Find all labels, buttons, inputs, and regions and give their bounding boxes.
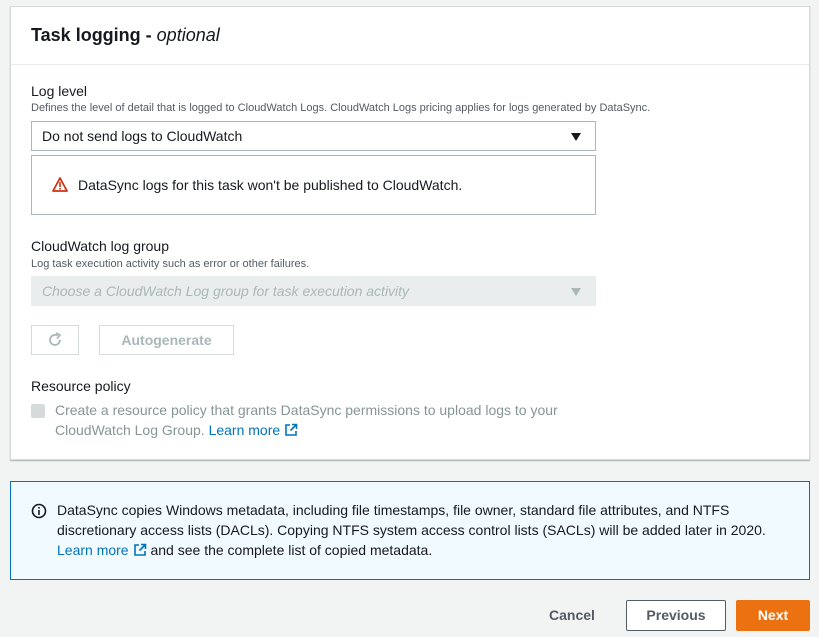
- next-button[interactable]: Next: [736, 600, 810, 631]
- warning-text: DataSync logs for this task won't be pub…: [78, 177, 463, 193]
- resource-policy-label: Resource policy: [31, 378, 131, 394]
- autogenerate-button: Autogenerate: [99, 325, 234, 355]
- previous-button[interactable]: Previous: [626, 600, 726, 631]
- caret-down-icon: [571, 288, 581, 296]
- refresh-icon: [49, 332, 61, 346]
- external-link-icon[interactable]: [284, 423, 298, 437]
- task-logging-panel: Task logging - optional Log level Define…: [10, 6, 810, 460]
- info-icon: [31, 503, 47, 519]
- log-level-warning: DataSync logs for this task won't be pub…: [31, 155, 596, 215]
- info-trailing: and see the complete list of copied meta…: [150, 542, 433, 558]
- resource-policy-checkbox-label: Create a resource policy that grants Dat…: [55, 400, 595, 440]
- log-level-selected-value: Do not send logs to CloudWatch: [42, 128, 243, 144]
- info-learn-more-link[interactable]: Learn more: [57, 542, 129, 558]
- refresh-button: [31, 325, 79, 355]
- warning-icon: [52, 177, 68, 192]
- resource-policy-text: Create a resource policy that grants Dat…: [55, 402, 558, 438]
- panel-title-separator: -: [140, 25, 157, 45]
- caret-down-icon: [571, 133, 581, 141]
- log-group-placeholder: Choose a CloudWatch Log group for task e…: [42, 283, 410, 299]
- external-link-icon[interactable]: [133, 543, 147, 557]
- panel-title-text: Task logging: [31, 25, 141, 45]
- metadata-info-box: DataSync copies Windows metadata, includ…: [10, 481, 810, 580]
- cancel-button[interactable]: Cancel: [532, 600, 612, 630]
- log-level-label: Log level: [31, 83, 88, 99]
- panel-title-optional: optional: [156, 25, 220, 45]
- resource-policy-learn-more-link[interactable]: Learn more: [209, 422, 281, 438]
- info-body: DataSync copies Windows metadata, includ…: [57, 502, 766, 538]
- log-group-label: CloudWatch log group: [31, 238, 170, 254]
- log-level-select[interactable]: Do not send logs to CloudWatch: [31, 121, 596, 151]
- info-text: DataSync copies Windows metadata, includ…: [57, 500, 797, 560]
- panel-title: Task logging - optional: [11, 7, 809, 65]
- log-group-select: Choose a CloudWatch Log group for task e…: [31, 276, 596, 306]
- log-group-description: Log task execution activity such as erro…: [31, 258, 310, 270]
- log-level-description: Defines the level of detail that is logg…: [31, 102, 651, 114]
- resource-policy-checkbox: [31, 404, 45, 418]
